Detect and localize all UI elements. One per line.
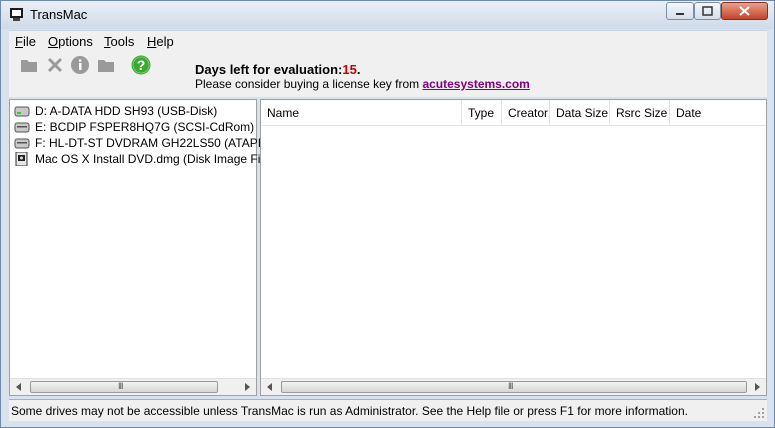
status-bar: Some drives may not be accessible unless… [9,399,767,421]
scrollbar-thumb[interactable]: III [30,381,218,393]
menu-options-accel: O [48,34,59,49]
scrollbar-grip: III [118,381,123,391]
evaluation-label: Days left for evaluation: [195,62,343,77]
column-header-type[interactable]: Type [462,100,502,126]
status-message: Some drives may not be accessible unless… [11,404,688,418]
menu-tools-rest: ools [110,34,135,49]
menu-options[interactable]: Options [48,34,93,49]
column-header-creator[interactable]: Creator [502,100,550,126]
scrollbar-thumb[interactable]: III [281,381,747,393]
scroll-left-icon[interactable] [265,382,275,392]
column-header-data-size[interactable]: Data Size [550,100,610,126]
drive-label: F: HL-DT-ST DVDRAM GH22LS50 (ATAPI-Cd [35,136,281,150]
menu-help[interactable]: Help [147,34,174,49]
scroll-left-icon[interactable] [14,382,24,392]
help-icon[interactable]: ? [131,55,151,75]
column-header-rsrc-size[interactable]: Rsrc Size [610,100,670,126]
minimize-button[interactable] [666,2,694,20]
evaluation-suffix: . [356,62,361,77]
menu-file-accel: F [15,34,23,49]
app-icon [10,8,23,21]
title-bar[interactable]: TransMac [1,1,774,29]
new-folder-icon[interactable] [96,55,116,75]
menu-help-rest: elp [156,34,174,49]
drive-label: Mac OS X Install DVD.dmg (Disk Image Fil… [35,152,274,166]
column-header-date[interactable]: Date [670,100,766,126]
license-notice: Please consider buying a license key fro… [195,77,530,91]
evaluation-days-count: 15 [342,62,357,77]
info-icon[interactable] [70,55,90,75]
file-list[interactable]: Name Type Creator Data Size Rsrc Size Da… [260,99,767,396]
scroll-right-icon[interactable] [752,382,762,392]
window-title: TransMac [30,7,88,22]
close-icon [739,6,750,16]
delete-icon[interactable] [45,55,65,75]
drive-tree[interactable]: D: A-DATA HDD SH93 (USB-Disk) E: BCDIP F… [9,99,280,396]
tree-horizontal-scrollbar[interactable]: III [10,378,256,395]
dvd-drive-icon [14,138,30,149]
minimize-icon [676,13,684,15]
scroll-right-icon[interactable] [242,382,252,392]
license-prefix: Please consider buying a license key fro… [195,77,423,91]
hard-drive-icon [14,106,30,117]
close-button[interactable] [721,2,768,20]
menu-help-accel: H [147,34,157,49]
drive-label: E: BCDIP FSPER8HQ7G (SCSI-CdRom) [35,120,255,134]
menu-bar: File Options Tools Help [9,30,767,51]
app-window: TransMac File Options Tools Help ? Days … [0,0,775,428]
cd-drive-icon [14,122,30,133]
folder-icon[interactable] [19,55,39,75]
list-horizontal-scrollbar[interactable]: III [261,378,766,395]
toolbar: ? Days left for evaluation:15. Please co… [9,50,767,97]
maximize-icon [702,6,713,16]
disk-image-icon [15,152,28,166]
menu-tools[interactable]: Tools [104,34,134,49]
menu-file[interactable]: File [15,34,36,49]
column-header-name[interactable]: Name [261,100,462,126]
license-link[interactable]: acutesystems.com [422,77,529,91]
scrollbar-grip: III [508,381,513,391]
svg-text:?: ? [137,57,146,73]
drive-label: D: A-DATA HDD SH93 (USB-Disk) [35,104,218,118]
resize-grip-icon[interactable] [753,407,765,419]
menu-options-rest: ptions [58,34,93,49]
evaluation-notice: Days left for evaluation:15. [195,62,360,77]
maximize-button[interactable] [694,2,721,20]
menu-file-rest: ile [22,34,36,49]
